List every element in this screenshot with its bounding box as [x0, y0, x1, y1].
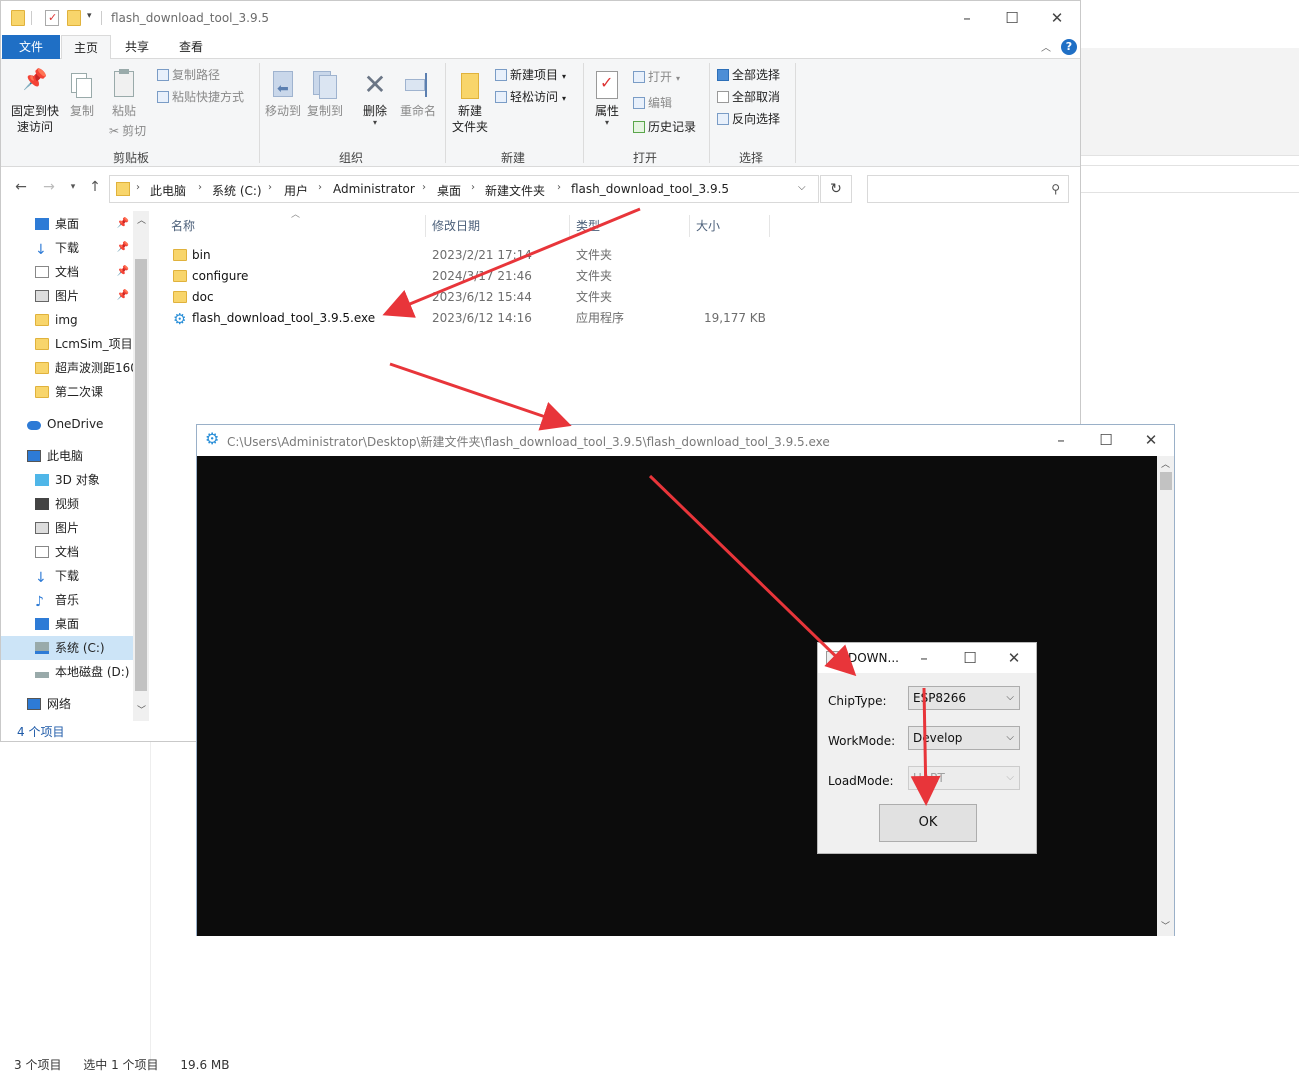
arrow-chip-to-ok — [910, 687, 941, 806]
annotation-arrows — [382, 207, 941, 806]
arrow-to-dialog — [648, 474, 857, 677]
arrow-to-exe — [382, 207, 641, 318]
arrow-to-console — [389, 362, 572, 431]
